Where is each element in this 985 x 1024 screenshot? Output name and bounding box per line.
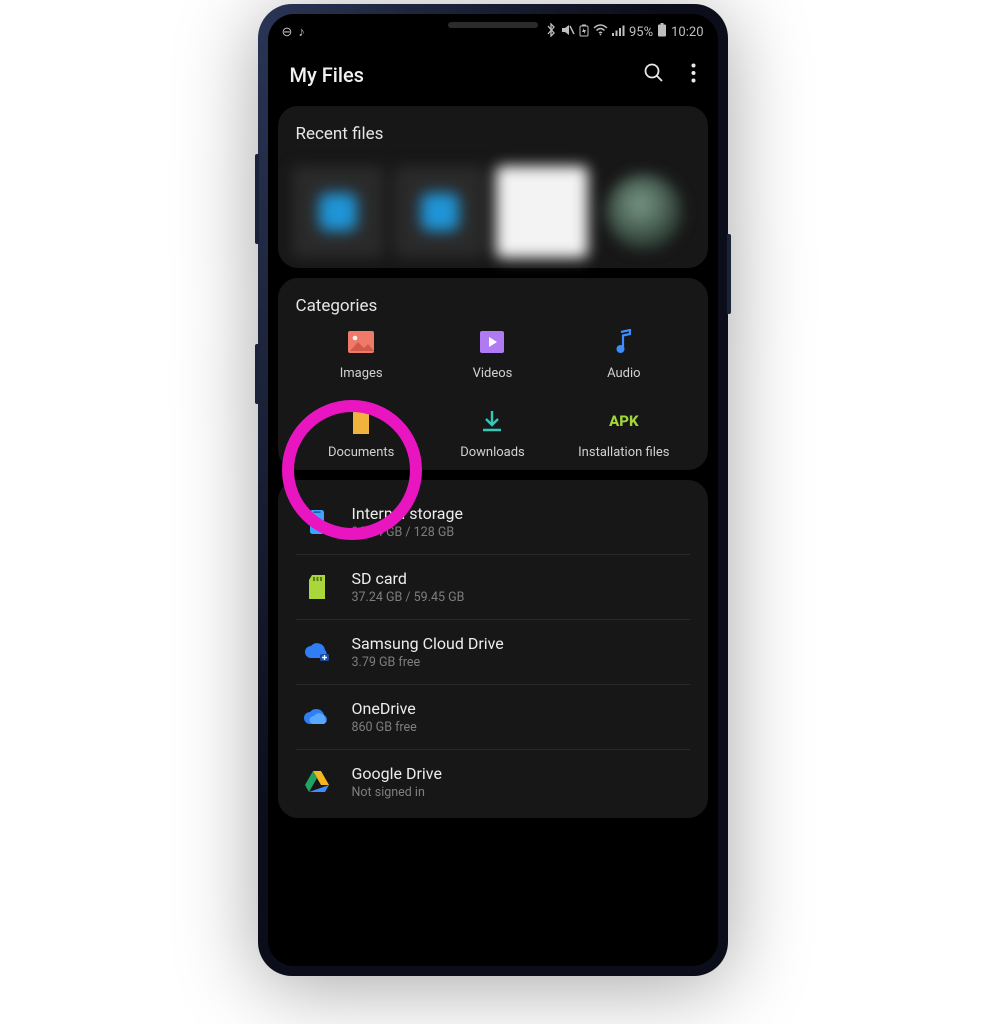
category-images[interactable]: Images [296,328,427,381]
recent-files-card[interactable]: Recent files [278,106,708,268]
more-icon[interactable] [691,63,696,87]
samsung-cloud-icon [300,642,334,662]
storage-sub: 96.14 GB / 128 GB [352,525,463,540]
category-audio[interactable]: Audio [558,328,689,381]
storage-google-drive[interactable]: Google Drive Not signed in [296,750,690,814]
wifi-icon [593,24,608,40]
dnd-icon: ⊖ [282,25,293,40]
category-documents[interactable]: Documents [296,407,427,460]
category-label: Videos [473,366,513,381]
categories-title: Categories [296,296,690,316]
mute-icon [561,24,575,40]
storage-card: Internal storage 96.14 GB / 128 GB SD ca… [278,480,708,818]
phone-storage-icon [300,509,334,535]
storage-name: OneDrive [352,699,417,718]
storage-name: Samsung Cloud Drive [352,634,504,653]
sdcard-icon [300,575,334,599]
googledrive-icon [300,771,334,793]
recent-files-title: Recent files [296,124,690,144]
storage-name: Internal storage [352,504,463,523]
video-icon [478,328,506,356]
document-icon [347,407,375,435]
category-label: Downloads [460,445,525,460]
storage-name: Google Drive [352,764,442,783]
category-videos[interactable]: Videos [427,328,558,381]
bluetooth-icon [545,23,557,41]
recent-files-strip [278,156,708,268]
music-icon: ♪ [298,24,305,40]
battery-percent: 95% [629,25,653,40]
app-header: My Files [268,50,718,102]
audio-icon [610,328,638,356]
category-label: Audio [607,366,640,381]
storage-sub: 860 GB free [352,720,417,735]
categories-card: Categories Images Videos [278,278,708,470]
storage-sub: 3.79 GB free [352,655,504,670]
storage-samsung-cloud[interactable]: Samsung Cloud Drive 3.79 GB free [296,620,690,685]
battery-saver-icon [579,24,589,41]
category-downloads[interactable]: Downloads [427,407,558,460]
image-icon [347,328,375,356]
category-installation-files[interactable]: APK Installation files [558,407,689,460]
category-label: Images [340,366,383,381]
search-icon[interactable] [643,62,665,88]
battery-icon [657,23,667,41]
storage-sub: Not signed in [352,785,442,800]
category-label: Installation files [578,445,669,460]
category-label: Documents [328,445,394,460]
storage-name: SD card [352,569,465,588]
storage-internal[interactable]: Internal storage 96.14 GB / 128 GB [296,490,690,555]
clock: 10:20 [671,25,703,40]
storage-onedrive[interactable]: OneDrive 860 GB free [296,685,690,750]
status-bar: ⊖ ♪ 95% [268,14,718,50]
apk-icon: APK [610,407,638,435]
download-icon [478,407,506,435]
page-title: My Files [290,63,364,87]
storage-sub: 37.24 GB / 59.45 GB [352,590,465,605]
onedrive-icon [300,708,334,726]
signal-icon [612,25,625,40]
storage-sdcard[interactable]: SD card 37.24 GB / 59.45 GB [296,555,690,620]
